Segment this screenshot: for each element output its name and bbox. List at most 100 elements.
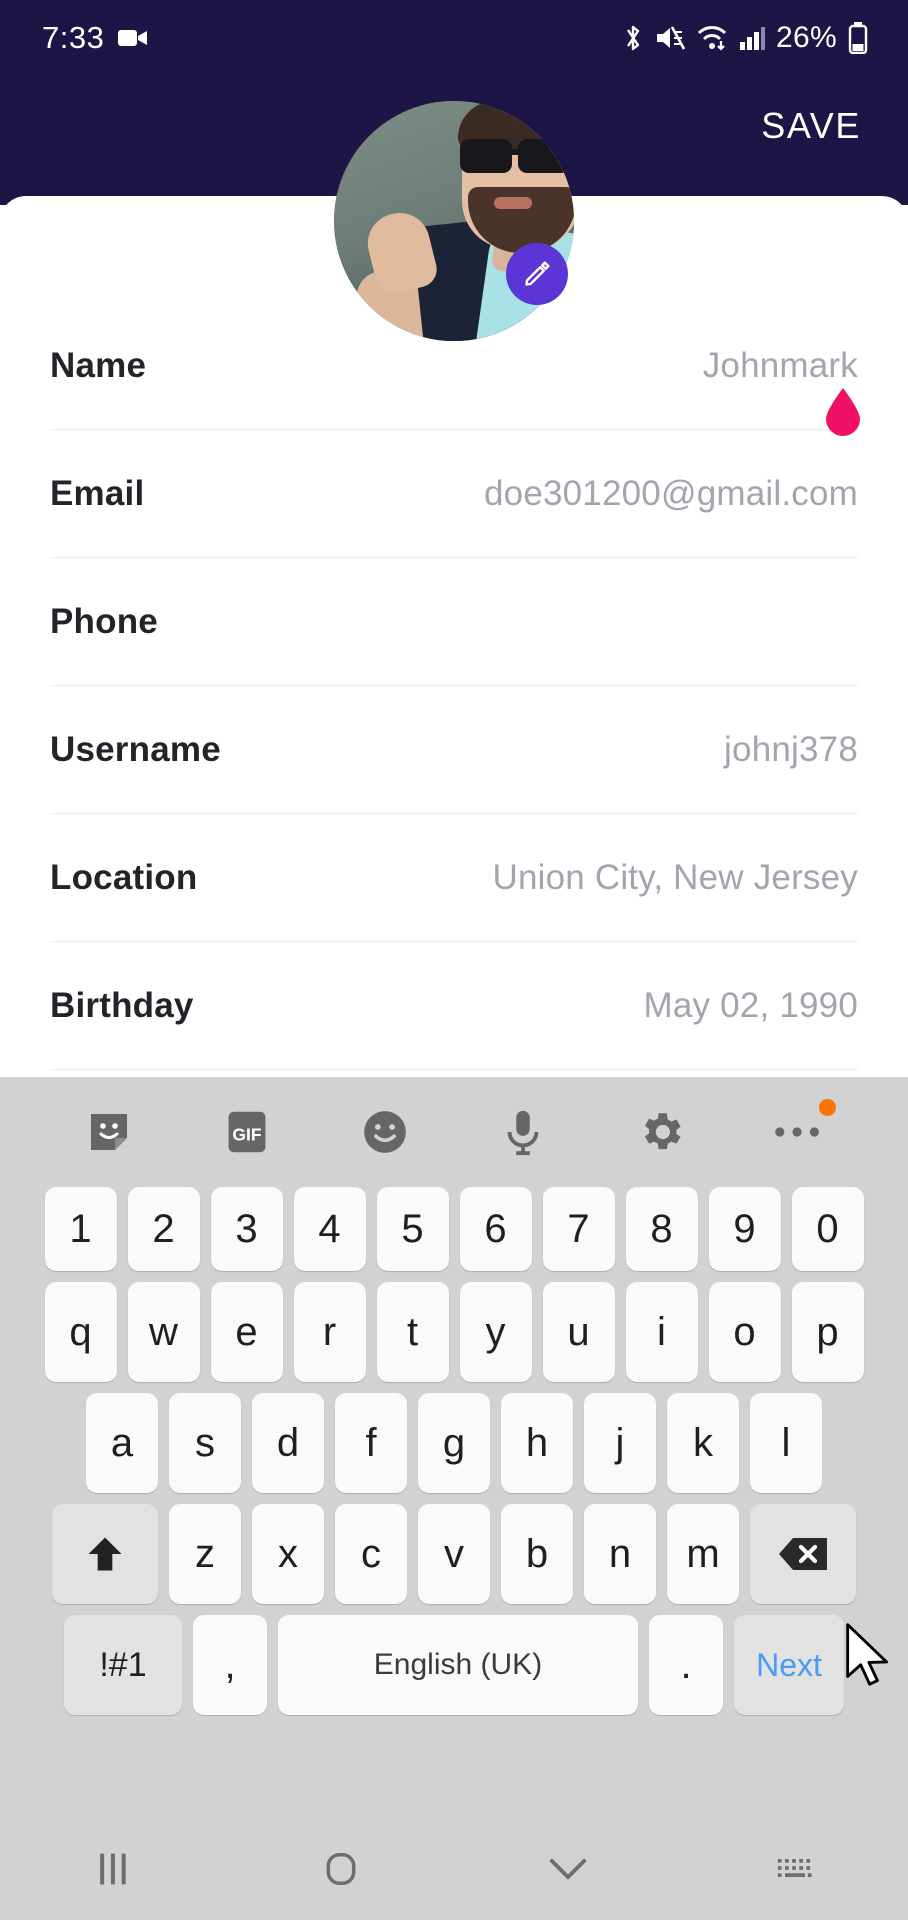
key-m[interactable]: m	[667, 1504, 739, 1604]
notification-badge	[819, 1099, 836, 1116]
field-label: Phone	[50, 601, 158, 641]
key-9[interactable]: 9	[708, 1187, 781, 1271]
backspace-icon	[779, 1538, 827, 1570]
gear-icon[interactable]	[626, 1097, 696, 1167]
period-key[interactable]: .	[649, 1615, 723, 1715]
field-phone[interactable]: Phone	[50, 558, 858, 686]
key-t[interactable]: t	[376, 1282, 449, 1382]
signal-icon	[740, 26, 766, 50]
wifi-icon	[697, 25, 727, 51]
key-5[interactable]: 5	[376, 1187, 449, 1271]
key-i[interactable]: i	[625, 1282, 698, 1382]
edit-avatar-button[interactable]	[506, 243, 568, 305]
pencil-icon	[525, 261, 550, 286]
recents-icon[interactable]	[69, 1839, 159, 1899]
system-nav-bar	[0, 1817, 908, 1920]
key-8[interactable]: 8	[625, 1187, 698, 1271]
field-value[interactable]: johnj378	[724, 730, 858, 770]
key-w[interactable]: w	[127, 1282, 200, 1382]
key-2[interactable]: 2	[127, 1187, 200, 1271]
key-k[interactable]: k	[667, 1393, 739, 1493]
bluetooth-icon	[627, 25, 640, 50]
field-username[interactable]: Username johnj378	[50, 686, 858, 814]
field-email[interactable]: Email doe301200@gmail.com	[50, 430, 858, 558]
key-l[interactable]: l	[750, 1393, 822, 1493]
mute-icon	[657, 25, 686, 50]
backspace-key[interactable]	[750, 1504, 856, 1604]
battery-percent: 26%	[776, 20, 837, 54]
sticker-icon[interactable]	[74, 1097, 144, 1167]
text-cursor-handle[interactable]	[822, 386, 864, 436]
battery-icon	[848, 21, 868, 54]
key-6[interactable]: 6	[459, 1187, 532, 1271]
avatar-sunglasses	[460, 139, 574, 173]
hide-keyboard-icon[interactable]	[523, 1839, 613, 1899]
microphone-icon[interactable]	[488, 1097, 558, 1167]
symbols-key[interactable]: !#1	[64, 1615, 182, 1715]
keyboard-switch-icon[interactable]	[750, 1839, 840, 1899]
field-label: Birthday	[50, 985, 194, 1025]
gif-icon[interactable]: GIF	[212, 1097, 282, 1167]
field-value[interactable]: Union City, New Jersey	[492, 858, 858, 898]
key-p[interactable]: p	[791, 1282, 864, 1382]
svg-text:GIF: GIF	[232, 1124, 261, 1144]
key-r[interactable]: r	[293, 1282, 366, 1382]
field-label: Location	[50, 857, 198, 897]
key-0[interactable]: 0	[791, 1187, 864, 1271]
key-4[interactable]: 4	[293, 1187, 366, 1271]
keyboard-row-a: a s d f g h j k l	[0, 1393, 908, 1493]
home-icon[interactable]	[296, 1839, 386, 1899]
status-bar: 7:33 26%	[0, 0, 908, 75]
field-value[interactable]: Johnmark	[703, 346, 858, 386]
keyboard-toolbar: GIF	[0, 1077, 908, 1187]
key-1[interactable]: 1	[44, 1187, 117, 1271]
avatar-mouth	[494, 197, 532, 209]
more-options-icon[interactable]	[764, 1097, 836, 1167]
key-3[interactable]: 3	[210, 1187, 283, 1271]
key-g[interactable]: g	[418, 1393, 490, 1493]
next-key[interactable]: Next	[734, 1615, 844, 1715]
status-bar-right: 26%	[622, 21, 868, 55]
virtual-keyboard: GIF 1 2 3 4 5 6 7 8 9 0 q w e r t y u i …	[0, 1077, 908, 1817]
key-z[interactable]: z	[169, 1504, 241, 1604]
field-label: Name	[50, 345, 147, 385]
status-time: 7:33	[42, 19, 105, 55]
key-7[interactable]: 7	[542, 1187, 615, 1271]
key-u[interactable]: u	[542, 1282, 615, 1382]
field-location[interactable]: Location Union City, New Jersey	[50, 814, 858, 942]
field-label: Username	[50, 729, 221, 769]
key-h[interactable]: h	[501, 1393, 573, 1493]
keyboard-row-z: z x c v b n m	[0, 1504, 908, 1604]
key-s[interactable]: s	[169, 1393, 241, 1493]
field-value[interactable]: doe301200@gmail.com	[484, 474, 858, 514]
shift-key[interactable]	[52, 1504, 158, 1604]
key-v[interactable]: v	[418, 1504, 490, 1604]
space-key[interactable]: English (UK)	[278, 1615, 638, 1715]
save-button[interactable]: SAVE	[761, 105, 861, 147]
key-c[interactable]: c	[335, 1504, 407, 1604]
shift-icon	[88, 1537, 122, 1571]
key-f[interactable]: f	[335, 1393, 407, 1493]
key-e[interactable]: e	[210, 1282, 283, 1382]
status-bar-left: 7:33	[42, 20, 148, 56]
emoji-icon[interactable]	[350, 1097, 420, 1167]
video-camera-icon	[118, 29, 148, 46]
keyboard-row-q: q w e r t y u i o p	[0, 1282, 908, 1382]
comma-key[interactable]: ,	[193, 1615, 267, 1715]
keyboard-row-bottom: !#1 , English (UK) . Next	[0, 1615, 908, 1715]
key-b[interactable]: b	[501, 1504, 573, 1604]
profile-form: Name Johnmark Email doe301200@gmail.com …	[0, 302, 908, 1070]
avatar[interactable]	[334, 101, 574, 341]
key-y[interactable]: y	[459, 1282, 532, 1382]
field-birthday[interactable]: Birthday May 02, 1990	[50, 942, 858, 1070]
key-a[interactable]: a	[86, 1393, 158, 1493]
key-d[interactable]: d	[252, 1393, 324, 1493]
key-o[interactable]: o	[708, 1282, 781, 1382]
key-j[interactable]: j	[584, 1393, 656, 1493]
key-n[interactable]: n	[584, 1504, 656, 1604]
key-x[interactable]: x	[252, 1504, 324, 1604]
avatar-container[interactable]	[334, 101, 574, 341]
keyboard-row-numbers: 1 2 3 4 5 6 7 8 9 0	[0, 1187, 908, 1271]
field-value[interactable]: May 02, 1990	[644, 986, 859, 1026]
key-q[interactable]: q	[44, 1282, 117, 1382]
